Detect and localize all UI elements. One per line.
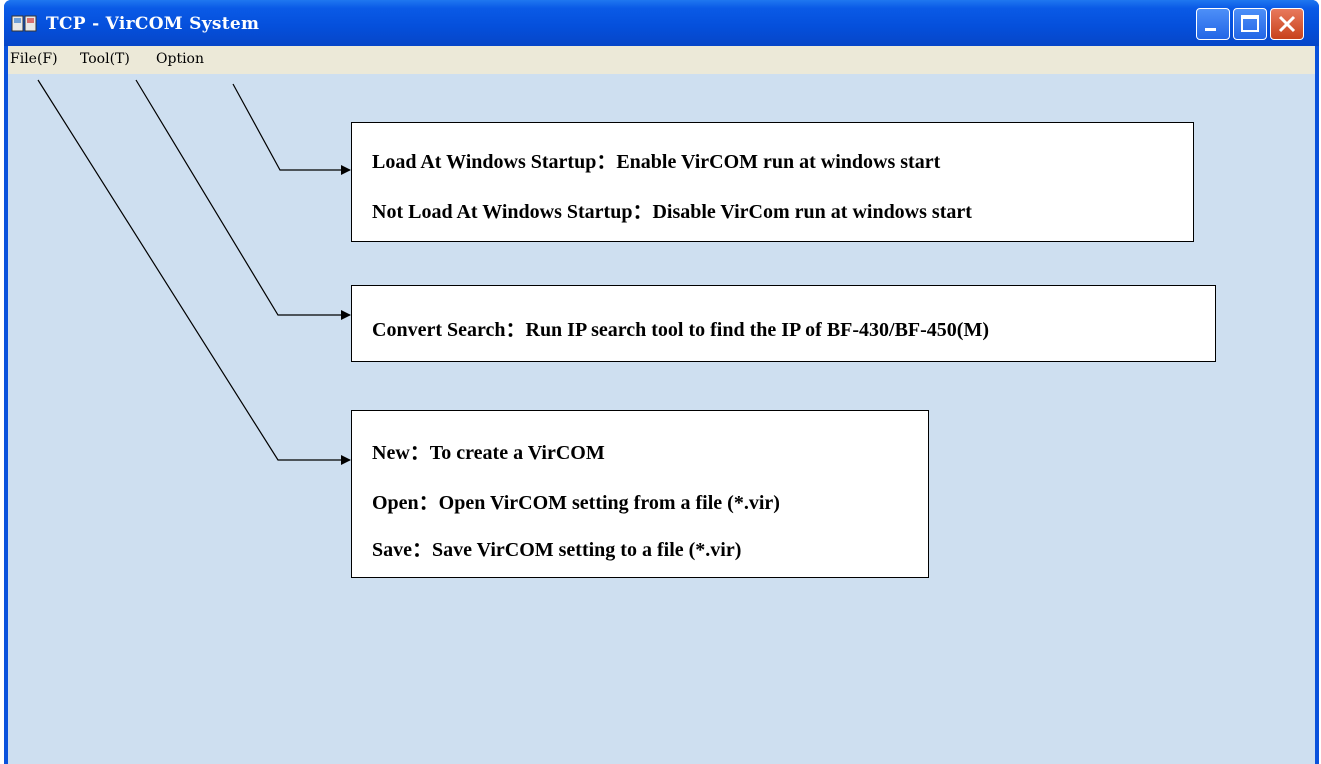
file-connector (37, 79, 351, 465)
tool-callout-line: Convert Search：Run IP search tool to fin… (372, 319, 990, 341)
option-callout: Load At Windows Startup：Enable VirCOM ru… (351, 122, 1194, 242)
file-callout: New：To create a VirCOM Open：Open VirCOM … (351, 410, 929, 578)
option-callout-line: Load At Windows Startup：Enable VirCOM ru… (372, 151, 941, 173)
tool-connector (135, 79, 351, 320)
file-callout-line: Open：Open VirCOM setting from a file (*.… (372, 492, 780, 514)
option-connector (232, 83, 351, 175)
tool-callout: Convert Search：Run IP search tool to fin… (351, 285, 1216, 362)
callout-connectors (37, 79, 351, 465)
file-callout-line: New：To create a VirCOM (372, 442, 605, 464)
file-callout-line: Save：Save VirCOM setting to a file (*.vi… (372, 539, 742, 561)
option-callout-line: Not Load At Windows Startup：Disable VirC… (372, 201, 972, 223)
